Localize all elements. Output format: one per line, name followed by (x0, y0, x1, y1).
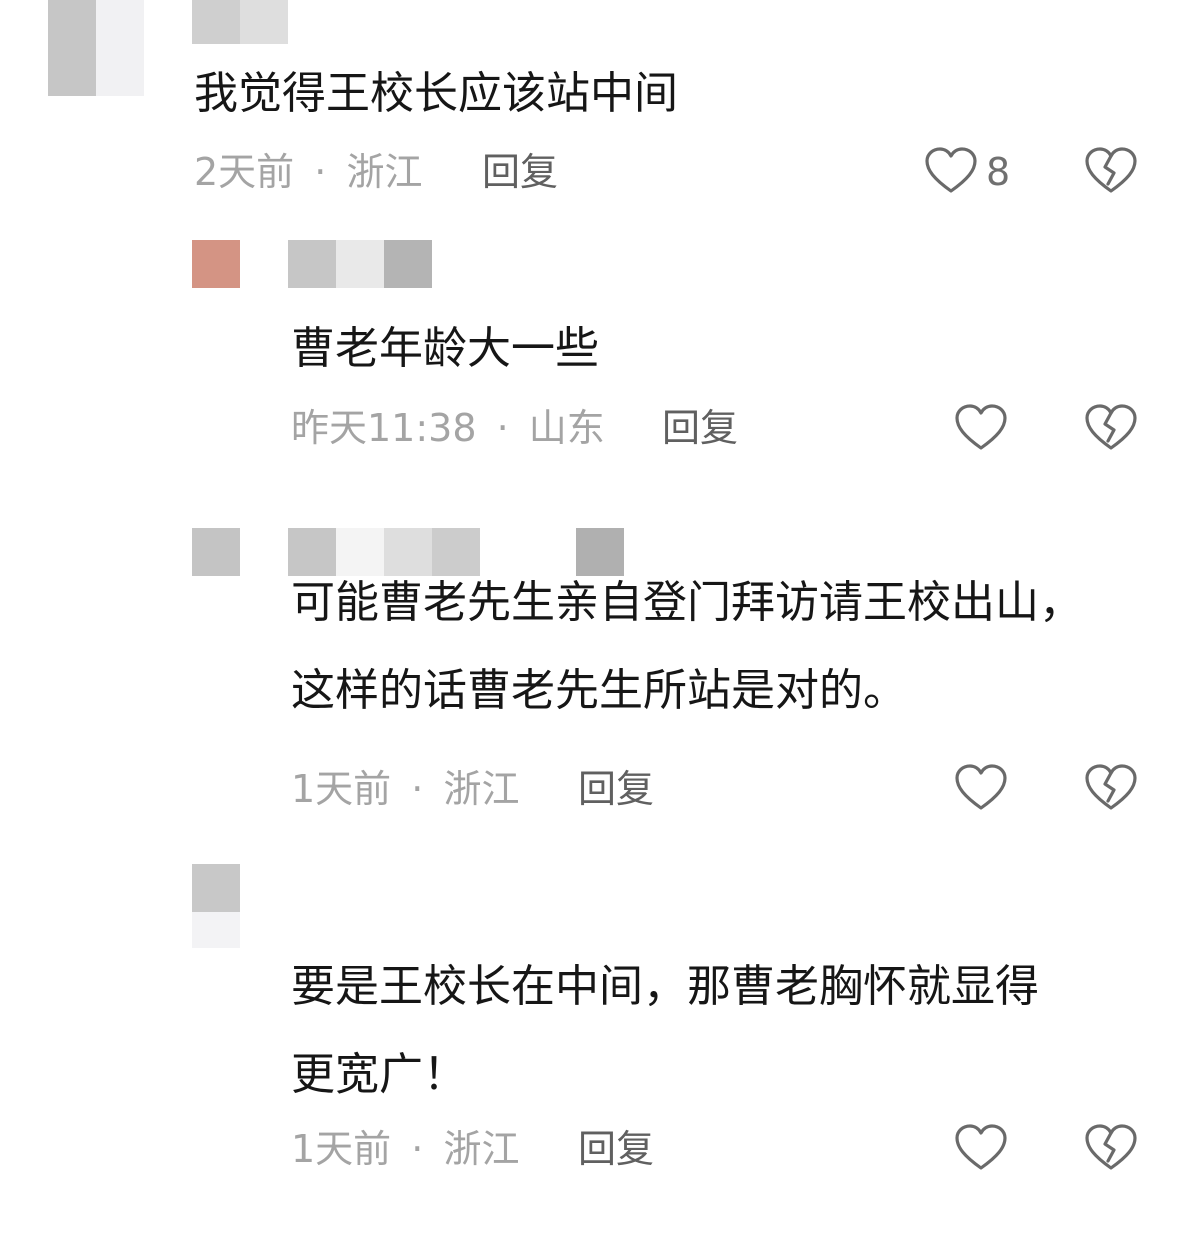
comment-time: 1天前 (291, 767, 392, 811)
heart-outline-icon[interactable] (954, 403, 1008, 453)
like-count: 8 (986, 150, 1011, 194)
broken-heart-icon[interactable] (1084, 146, 1138, 196)
comment-line: 曹老年龄大一些 (291, 323, 599, 374)
comment-location: 浙江 (443, 1127, 520, 1171)
comment-time: 2天前 (194, 150, 295, 194)
broken-heart-icon[interactable] (1084, 1123, 1138, 1173)
comment-text: 可能曹老先生亲自登门拜访请王校出山， 这样的话曹老先生所站是对的。 (291, 559, 1083, 735)
comment-location: 山东 (528, 406, 605, 450)
heart-outline-icon[interactable] (924, 146, 978, 196)
comment-meta: 1天前 · 浙江 (291, 1126, 519, 1172)
comment-time: 昨天11:38 (291, 406, 477, 450)
meta-separator: · (411, 1127, 424, 1171)
comment-text: 我觉得王校长应该站中间 (194, 50, 678, 138)
comment-line: 可能曹老先生亲自登门拜访请王校出山， (291, 577, 1083, 628)
meta-separator: · (496, 406, 509, 450)
comment-location: 浙江 (346, 150, 423, 194)
comment-text: 要是王校长在中间，那曹老胸怀就显得 更宽广！ (291, 943, 1039, 1119)
reply-button[interactable]: 回复 (482, 149, 558, 195)
heart-outline-icon[interactable] (954, 1123, 1008, 1173)
comment-location: 浙江 (443, 767, 520, 811)
meta-separator: · (411, 767, 424, 811)
broken-heart-icon[interactable] (1084, 763, 1138, 813)
reply-button[interactable]: 回复 (578, 766, 654, 812)
comment-meta: 2天前 · 浙江 (194, 149, 422, 195)
broken-heart-icon[interactable] (1084, 403, 1138, 453)
reply-button[interactable]: 回复 (662, 405, 738, 451)
heart-outline-icon[interactable] (954, 763, 1008, 813)
comment-line: 要是王校长在中间，那曹老胸怀就显得 (291, 961, 1039, 1012)
reply-button[interactable]: 回复 (578, 1126, 654, 1172)
meta-separator: · (314, 150, 327, 194)
comment-line: 我觉得王校长应该站中间 (194, 68, 678, 119)
comment-line: 更宽广！ (291, 1049, 467, 1100)
comment-line: 这样的话曹老先生所站是对的。 (291, 665, 907, 716)
comment-meta: 1天前 · 浙江 (291, 766, 519, 812)
comment-meta: 昨天11:38 · 山东 (291, 405, 605, 451)
comment-time: 1天前 (291, 1127, 392, 1171)
comment-text: 曹老年龄大一些 (291, 305, 599, 393)
